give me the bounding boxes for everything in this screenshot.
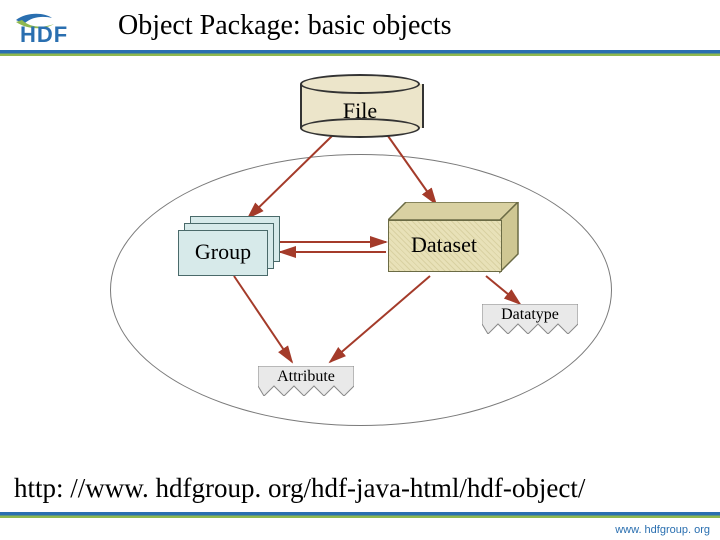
datatype-label: Datatype: [501, 306, 559, 323]
attribute-node: Attribute: [258, 366, 354, 394]
file-node: File: [300, 74, 420, 136]
svg-text:HDF: HDF: [20, 22, 68, 46]
group-node: Group: [178, 216, 278, 274]
hdf-logo: HDF: [14, 8, 94, 46]
attribute-label: Attribute: [277, 368, 335, 385]
group-rect-front: Group: [178, 230, 268, 276]
page-title: Object Package: basic objects: [118, 10, 452, 42]
containment-ellipse: [110, 154, 612, 426]
slide: HDF Object Package: basic objects: [0, 0, 720, 540]
footer-divider: [0, 512, 720, 518]
footer-url: www. hdfgroup. org: [615, 524, 710, 536]
cylinder-top: [300, 74, 420, 94]
file-label: File: [300, 98, 420, 124]
group-label: Group: [179, 239, 267, 265]
diagram-canvas: File Group Dataset Attri: [0, 56, 720, 476]
dataset-node: Dataset: [388, 202, 518, 272]
dataset-label: Dataset: [388, 232, 500, 258]
reference-url: http: //www. hdfgroup. org/hdf-java-html…: [14, 473, 585, 504]
datatype-node: Datatype: [482, 304, 578, 332]
